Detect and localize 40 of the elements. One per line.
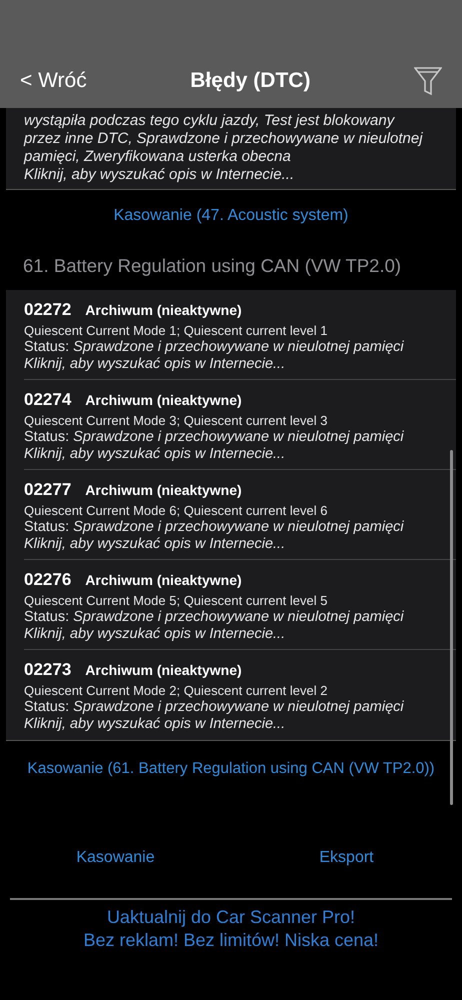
error-description: Quiescent Current Mode 1; Quiescent current level 1 (24, 322, 328, 340)
export-button[interactable]: Eksport (319, 846, 374, 870)
search-online-link[interactable]: Kliknij, aby wyszukać opis w Internecie... (24, 446, 456, 464)
error-code: 02274 (24, 388, 72, 411)
error-item[interactable]: 02272 Archiwum (nieaktywne) Quiescent Current Mode 1; Quiescent current level 1 Status: Sprawdzone i przechowywane w nieulotnej pamięci Kliknij, aby wyszukać opis w Internecie... (24, 290, 456, 380)
screen-title: Błędy (DTC) (190, 68, 310, 94)
upgrade-link[interactable]: Bez reklam! Bez limitów! Niska cena! (83, 929, 379, 952)
error-state: Archiwum (nieaktywne) (85, 300, 242, 320)
error-state: Archiwum (nieaktywne) (85, 390, 242, 410)
error-status: Status: Sprawdzone i przechowywane w nieulotnej pamięci (24, 339, 405, 356)
error-state: Archiwum (nieaktywne) (85, 570, 242, 590)
error-code: 02272 (24, 298, 72, 321)
error-description: Quiescent Current Mode 3; Quiescent current level 3 (24, 412, 328, 430)
filter-icon[interactable] (414, 66, 442, 96)
error-item[interactable]: 02273 Archiwum (nieaktywne) Quiescent Current Mode 2; Quiescent current level 2 Status: Sprawdzone i przechowywane w nieulotnej pamięci Kliknij, aby wyszukać opis w Internecie... (24, 650, 456, 740)
error-state: Archiwum (nieaktywne) (85, 660, 242, 680)
back-button[interactable]: < Wróć (20, 64, 87, 96)
search-online-link[interactable]: Kliknij, aby wyszukać opis w Internecie... (24, 166, 426, 184)
search-online-link[interactable]: Kliknij, aby wyszukać opis w Internecie... (24, 536, 456, 554)
section-header: 61. Battery Regulation using CAN (VW TP2.0) (22, 254, 402, 278)
search-online-link[interactable]: Kliknij, aby wyszukać opis w Internecie... (24, 716, 456, 734)
search-online-link[interactable]: Kliknij, aby wyszukać opis w Internecie... (24, 356, 456, 374)
error-status-text: wystąpiła podczas tego cyklu jazdy, Test jest blokowany przez inne DTC, Sprawdzone i przechowywane w nieulotnej pamięci, Zweryfikowana usterka obecna (24, 112, 424, 166)
error-description: Quiescent Current Mode 2; Quiescent current level 2 (24, 682, 328, 700)
search-online-link[interactable]: Kliknij, aby wyszukać opis w Internecie... (24, 626, 456, 644)
clear-all-button[interactable]: Kasowanie (76, 846, 155, 870)
error-description: Quiescent Current Mode 6; Quiescent current level 6 (24, 502, 328, 520)
error-description: Quiescent Current Mode 5; Quiescent current level 5 (24, 592, 328, 610)
error-code: 02273 (24, 658, 72, 681)
error-status: Status: Sprawdzone i przechowywane w nieulotnej pamięci (24, 609, 405, 626)
error-status: Status: Sprawdzone i przechowywane w nieulotnej pamięci (24, 699, 405, 716)
error-status: Status: Sprawdzone i przechowywane w nieulotnej pamięci (24, 519, 405, 536)
error-status: Status: Sprawdzone i przechowywane w nieulotnej pamięci (24, 429, 405, 446)
clear-errors-button[interactable]: Kasowanie (47. Acoustic system) (114, 204, 348, 228)
clear-errors-button[interactable]: Kasowanie (61. Battery Regulation using CAN (VW TP2.0)) (27, 756, 435, 780)
error-state: Archiwum (nieaktywne) (85, 480, 242, 500)
upgrade-link[interactable]: Uaktualnij do Car Scanner Pro! (106, 906, 356, 929)
scrollbar[interactable] (450, 450, 453, 805)
error-code: 02276 (24, 568, 72, 591)
error-code: 02277 (24, 478, 72, 501)
